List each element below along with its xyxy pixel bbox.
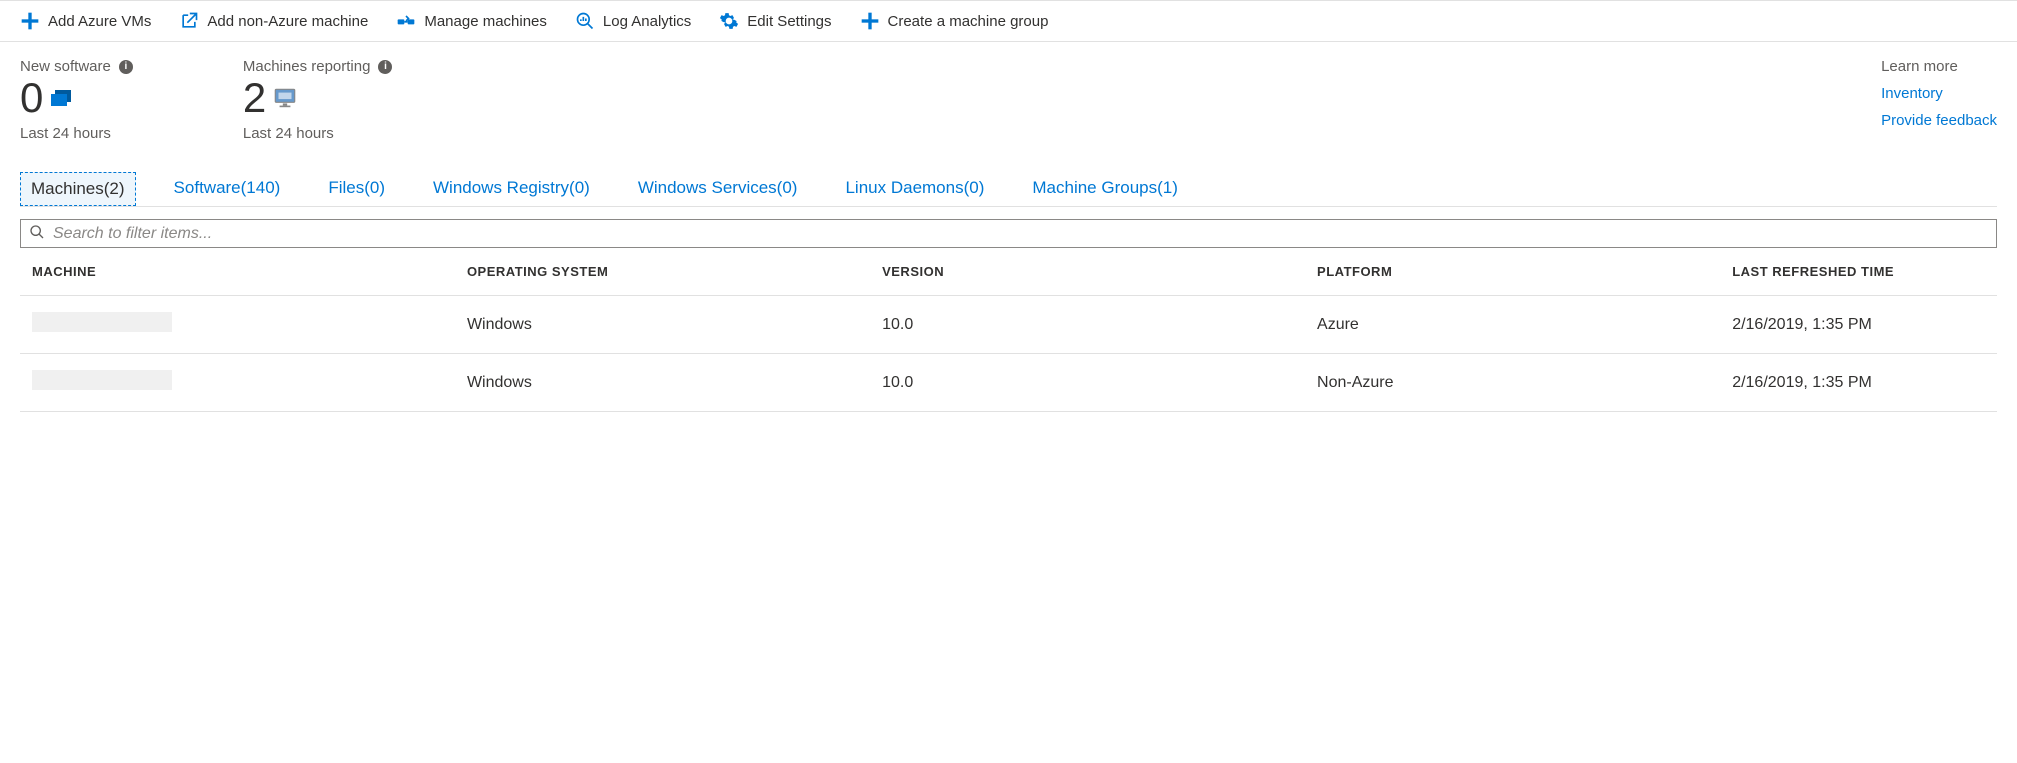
- machines-reporting-card: Machines reporting i 2 Last 24 hours: [243, 58, 393, 142]
- table-row[interactable]: Windows 10.0 Azure 2/16/2019, 1:35 PM: [20, 296, 1997, 354]
- summary-subtext: Last 24 hours: [243, 125, 393, 142]
- manage-icon: [396, 11, 416, 31]
- toolbar-label: Add Azure VMs: [48, 13, 151, 30]
- external-link-icon: [179, 11, 199, 31]
- cell-refreshed: 2/16/2019, 1:35 PM: [1720, 296, 1997, 354]
- tab-machine-groups[interactable]: Machine Groups(1): [1022, 172, 1188, 206]
- cell-platform: Azure: [1305, 296, 1720, 354]
- summary-subtext: Last 24 hours: [20, 125, 133, 142]
- col-header-machine[interactable]: MACHINE: [20, 248, 455, 296]
- summary-row: New software i 0 Last 24 hours Machines …: [20, 58, 1997, 142]
- machines-table: MACHINE OPERATING SYSTEM VERSION PLATFOR…: [20, 248, 1997, 412]
- table-row[interactable]: Windows 10.0 Non-Azure 2/16/2019, 1:35 P…: [20, 354, 1997, 412]
- info-icon[interactable]: i: [378, 60, 392, 74]
- tab-linux-daemons[interactable]: Linux Daemons(0): [835, 172, 994, 206]
- col-header-refreshed[interactable]: LAST REFRESHED TIME: [1720, 248, 1997, 296]
- tab-windows-services[interactable]: Windows Services(0): [628, 172, 808, 206]
- search-input[interactable]: [53, 225, 1988, 243]
- cell-refreshed: 2/16/2019, 1:35 PM: [1720, 354, 1997, 412]
- inventory-link[interactable]: Inventory: [1881, 85, 1997, 102]
- tab-software[interactable]: Software(140): [164, 172, 291, 206]
- cell-machine: [20, 354, 455, 412]
- col-header-version[interactable]: VERSION: [870, 248, 1305, 296]
- toolbar: Add Azure VMs Add non-Azure machine Mana…: [0, 0, 2017, 42]
- col-header-os[interactable]: OPERATING SYSTEM: [455, 248, 870, 296]
- info-icon[interactable]: i: [119, 60, 133, 74]
- plus-icon: [860, 11, 880, 31]
- tab-machines[interactable]: Machines(2): [20, 172, 136, 206]
- cell-os: Windows: [455, 354, 870, 412]
- toolbar-label: Log Analytics: [603, 13, 691, 30]
- feedback-link[interactable]: Provide feedback: [1881, 112, 1997, 129]
- tab-windows-registry[interactable]: Windows Registry(0): [423, 172, 600, 206]
- edit-settings-button[interactable]: Edit Settings: [719, 11, 831, 31]
- manage-machines-button[interactable]: Manage machines: [396, 11, 547, 31]
- col-header-platform[interactable]: PLATFORM: [1305, 248, 1720, 296]
- software-icon: [49, 88, 73, 108]
- redacted-text: [32, 312, 172, 332]
- add-non-azure-button[interactable]: Add non-Azure machine: [179, 11, 368, 31]
- gear-icon: [719, 11, 739, 31]
- toolbar-label: Add non-Azure machine: [207, 13, 368, 30]
- learn-more-title: Learn more: [1881, 58, 1997, 75]
- toolbar-label: Create a machine group: [888, 13, 1049, 30]
- cell-version: 10.0: [870, 296, 1305, 354]
- tabs: Machines(2) Software(140) Files(0) Windo…: [20, 172, 1997, 207]
- search-chart-icon: [575, 11, 595, 31]
- computer-icon: [272, 85, 298, 111]
- add-azure-vms-button[interactable]: Add Azure VMs: [20, 11, 151, 31]
- summary-title: Machines reporting: [243, 58, 371, 75]
- new-software-card: New software i 0 Last 24 hours: [20, 58, 133, 142]
- cell-os: Windows: [455, 296, 870, 354]
- cell-machine: [20, 296, 455, 354]
- learn-more-panel: Learn more Inventory Provide feedback: [1881, 58, 1997, 129]
- create-machine-group-button[interactable]: Create a machine group: [860, 11, 1049, 31]
- summary-value: 0: [20, 77, 43, 119]
- log-analytics-button[interactable]: Log Analytics: [575, 11, 691, 31]
- cell-platform: Non-Azure: [1305, 354, 1720, 412]
- redacted-text: [32, 370, 172, 390]
- search-icon: [29, 224, 45, 243]
- toolbar-label: Edit Settings: [747, 13, 831, 30]
- summary-value: 2: [243, 77, 266, 119]
- content-area: New software i 0 Last 24 hours Machines …: [0, 42, 2017, 412]
- table-header-row: MACHINE OPERATING SYSTEM VERSION PLATFOR…: [20, 248, 1997, 296]
- plus-icon: [20, 11, 40, 31]
- cell-version: 10.0: [870, 354, 1305, 412]
- summary-title: New software: [20, 58, 111, 75]
- tab-files[interactable]: Files(0): [318, 172, 395, 206]
- search-box[interactable]: [20, 219, 1997, 248]
- toolbar-label: Manage machines: [424, 13, 547, 30]
